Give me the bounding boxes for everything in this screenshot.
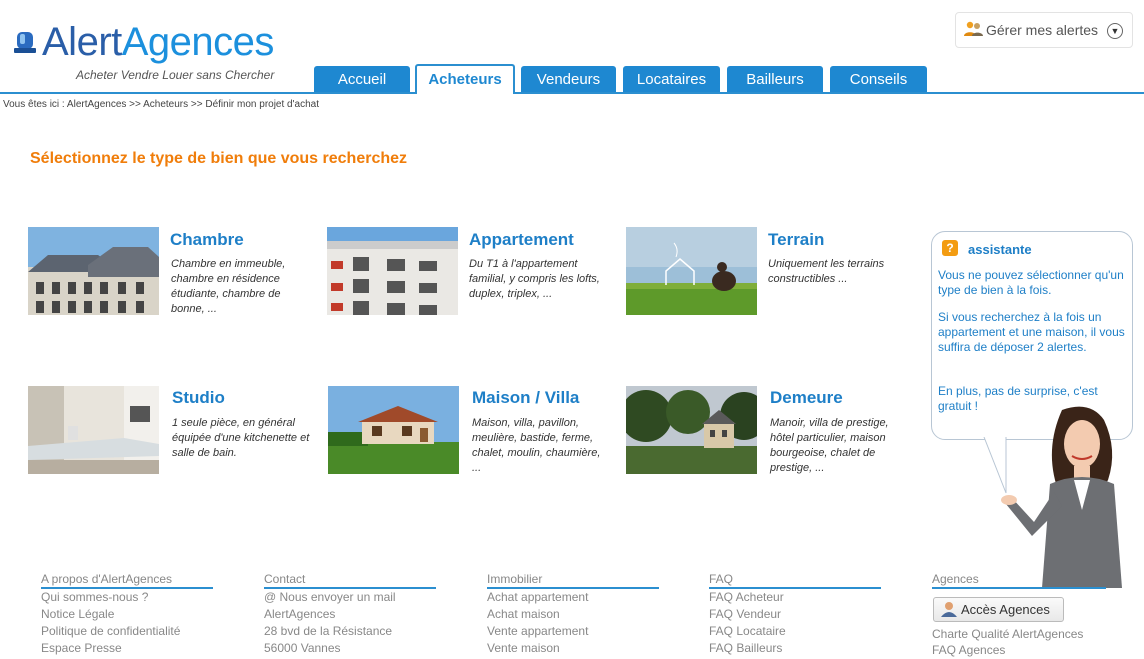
logo-text-a: Alert	[42, 20, 122, 64]
footer-link[interactable]: Notice Légale	[41, 606, 213, 623]
footer-col-faq: FAQ FAQ Acheteur FAQ Vendeur FAQ Locatai…	[709, 572, 881, 657]
maison-villa-image[interactable]	[328, 386, 459, 474]
footer-link[interactable]: FAQ Acheteur	[709, 589, 881, 606]
demeure-title-link[interactable]: Demeure	[770, 388, 843, 408]
breadcrumb: Vous êtes ici : AlertAgences >> Acheteur…	[3, 99, 319, 110]
manage-alerts-label: Gérer mes alertes	[986, 22, 1099, 38]
footer-col-agences: Agences	[932, 572, 1106, 589]
footer-link[interactable]: Qui sommes-nous ?	[41, 589, 213, 606]
assistant-avatar	[1001, 406, 1122, 588]
chambre-description: Chambre en immeuble, chambre en résidenc…	[171, 258, 286, 315]
demeure-image[interactable]	[626, 386, 757, 474]
footer-address-line: AlertAgences	[264, 607, 336, 621]
footer-link[interactable]: Charte Qualité AlertAgences	[932, 626, 1083, 643]
logo-text-b: Agences	[121, 20, 275, 64]
footer-link[interactable]: FAQ Bailleurs	[709, 640, 881, 657]
footer-link[interactable]: FAQ Agences	[932, 642, 1005, 659]
chevron-down-icon: ▼	[1107, 23, 1123, 39]
terrain-image[interactable]	[626, 227, 757, 315]
footer-link[interactable]: FAQ Locataire	[709, 623, 881, 640]
footer-address-line: 56000 Vannes	[264, 641, 341, 655]
terrain-description: Uniquement les terrains constructibles .…	[768, 258, 885, 285]
footer-col-about: A propos d'AlertAgences Qui sommes-nous …	[41, 572, 213, 657]
footer-address-line: 28 bvd de la Résistance	[264, 624, 393, 638]
tab-bar-line	[0, 92, 1144, 94]
studio-description: 1 seule pièce, en général équipée d'une …	[172, 417, 310, 459]
footer-link[interactable]: Achat appartement	[487, 589, 659, 606]
terrain-title-link[interactable]: Terrain	[768, 230, 824, 250]
assistant-title: assistante	[968, 242, 1032, 257]
siren-icon	[14, 32, 36, 53]
footer-link[interactable]: Vente appartement	[487, 623, 659, 640]
footer-agences-heading: Agences	[932, 572, 1106, 589]
user-icon	[941, 602, 957, 617]
studio-title-link[interactable]: Studio	[172, 388, 225, 408]
footer-about-heading: A propos d'AlertAgences	[41, 572, 213, 589]
footer-faq-heading: FAQ	[709, 572, 881, 589]
footer-contact-heading: Contact	[264, 572, 436, 589]
tab-conseils[interactable]: Conseils	[830, 66, 927, 92]
footer-link[interactable]: Politique de confidentialité	[41, 623, 213, 640]
footer-col-contact: Contact @ Nous envoyer un mail AlertAgen…	[264, 572, 436, 657]
footer-link[interactable]: Achat maison	[487, 606, 659, 623]
agences-access-label: Accès Agences	[961, 602, 1050, 617]
appartement-image[interactable]	[327, 227, 458, 315]
tab-accueil[interactable]: Accueil	[314, 66, 410, 92]
appartement-title-link[interactable]: Appartement	[469, 230, 574, 250]
tab-vendeurs[interactable]: Vendeurs	[521, 66, 616, 92]
footer-email-link[interactable]: @ Nous envoyer un mail	[264, 589, 436, 606]
assistant-text-1: Vous ne pouvez sélectionner qu'un type d…	[938, 268, 1124, 297]
studio-image[interactable]	[28, 386, 159, 474]
manage-alerts-button[interactable]: Gérer mes alertes ▼	[955, 12, 1133, 48]
agences-access-button[interactable]: Accès Agences	[933, 597, 1064, 622]
people-icon	[964, 21, 983, 36]
footer-link[interactable]: Vente maison	[487, 640, 659, 657]
footer-link[interactable]: FAQ Vendeur	[709, 606, 881, 623]
footer-immobilier-heading: Immobilier	[487, 572, 659, 589]
footer-link[interactable]: Espace Presse	[41, 640, 213, 657]
page-title: Sélectionnez le type de bien que vous re…	[30, 150, 408, 167]
maison-villa-description: Maison, villa, pavillon, meulière, basti…	[472, 417, 601, 474]
chambre-image[interactable]	[28, 227, 159, 315]
assistant-text-2: Si vous recherchez à la fois un appartem…	[938, 310, 1125, 354]
maison-villa-title-link[interactable]: Maison / Villa	[472, 388, 579, 408]
tagline: Acheter Vendre Louer sans Chercher	[76, 68, 275, 82]
help-icon: ?	[942, 240, 958, 256]
tab-locataires[interactable]: Locataires	[623, 66, 720, 92]
appartement-description: Du T1 à l'appartement familial, y compri…	[469, 258, 600, 300]
tab-acheteurs[interactable]: Acheteurs	[415, 64, 515, 94]
chambre-title-link[interactable]: Chambre	[170, 230, 244, 250]
tab-bailleurs[interactable]: Bailleurs	[727, 66, 823, 92]
demeure-description: Manoir, villa de prestige, hôtel particu…	[770, 417, 889, 474]
footer-col-immobilier: Immobilier Achat appartement Achat maiso…	[487, 572, 659, 657]
